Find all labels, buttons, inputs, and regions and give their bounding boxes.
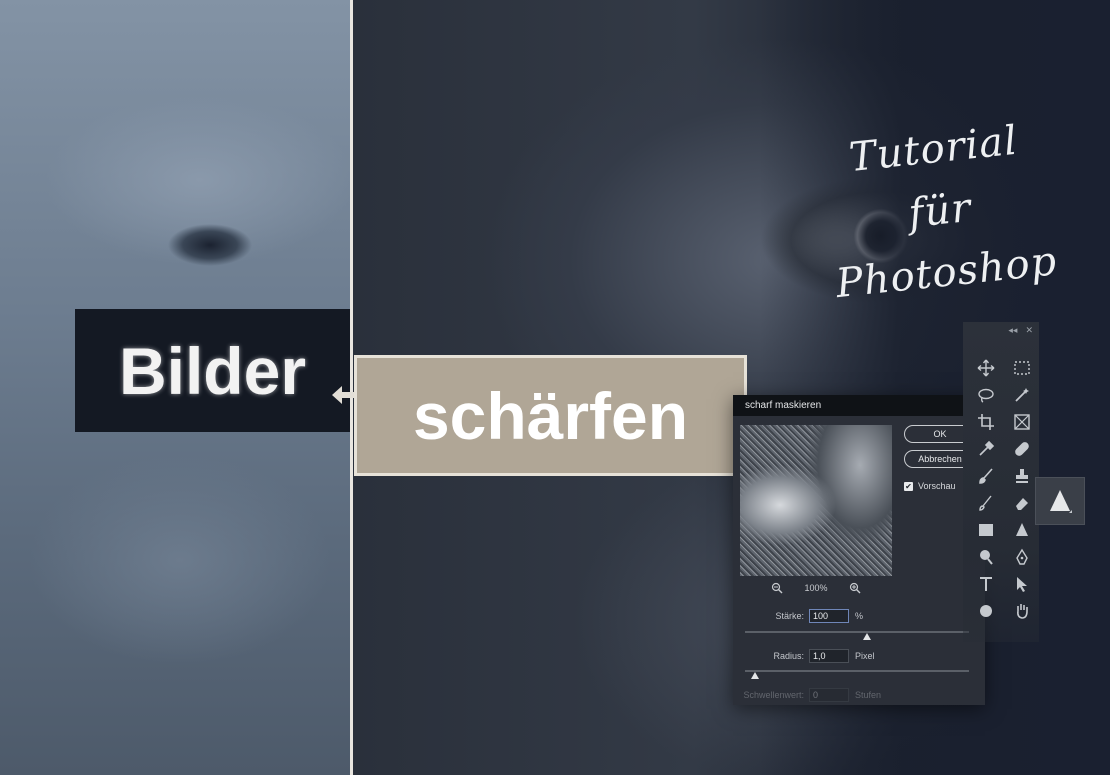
collapse-icon[interactable]: ◂◂ bbox=[1008, 325, 1017, 336]
amount-unit: % bbox=[855, 611, 864, 621]
title-left-text: Bilder bbox=[118, 333, 307, 408]
lasso-icon[interactable] bbox=[971, 381, 1001, 408]
threshold-input[interactable]: 0 bbox=[809, 688, 849, 702]
eraser-icon[interactable] bbox=[1007, 489, 1037, 516]
zoom-level: 100% bbox=[804, 583, 828, 593]
sharpen-icon[interactable] bbox=[1047, 488, 1073, 514]
gradient-icon[interactable] bbox=[971, 516, 1001, 543]
preview-checkbox-label: Vorschau bbox=[918, 481, 956, 491]
hand-icon[interactable] bbox=[1007, 597, 1037, 624]
history-brush-icon[interactable] bbox=[971, 489, 1001, 516]
pen-icon[interactable] bbox=[1007, 543, 1037, 570]
amount-input[interactable]: 100 bbox=[809, 609, 849, 623]
close-icon[interactable]: ✕ bbox=[1025, 325, 1033, 336]
amount-row: Stärke: 100 % bbox=[733, 609, 863, 623]
type-icon[interactable] bbox=[971, 570, 1001, 597]
dialog-title: scharf maskieren bbox=[745, 400, 822, 411]
brush-icon[interactable] bbox=[971, 462, 1001, 489]
title-banner-left: Bilder bbox=[75, 309, 350, 432]
dodge-icon[interactable] bbox=[971, 543, 1001, 570]
radius-slider-thumb[interactable] bbox=[751, 672, 759, 679]
eyedropper-icon[interactable] bbox=[971, 435, 1001, 462]
sharpen-icon[interactable] bbox=[1007, 516, 1037, 543]
frame-icon[interactable] bbox=[1007, 408, 1037, 435]
marquee-icon[interactable] bbox=[1007, 354, 1037, 381]
threshold-unit: Stufen bbox=[855, 690, 882, 700]
crop-icon[interactable] bbox=[971, 408, 1001, 435]
preview-checkbox-row[interactable]: ✔ Vorschau bbox=[904, 481, 956, 491]
amount-label: Stärke: bbox=[775, 611, 804, 621]
radius-slider-track[interactable] bbox=[745, 670, 969, 672]
path-select-icon[interactable] bbox=[1007, 570, 1037, 597]
shape-icon[interactable] bbox=[971, 597, 1001, 624]
preview-checkbox[interactable]: ✔ bbox=[904, 481, 913, 491]
zoom-out-icon[interactable] bbox=[771, 582, 783, 594]
sharpen-tool-flyout[interactable] bbox=[1035, 477, 1085, 525]
move-icon[interactable] bbox=[971, 354, 1001, 381]
title-right-text: schärfen bbox=[412, 378, 689, 453]
tools-panel-header: ◂◂ ✕ bbox=[963, 322, 1039, 338]
radius-row: Radius: 1,0 Pixel bbox=[733, 649, 875, 663]
stamp-icon[interactable] bbox=[1007, 462, 1037, 489]
zoom-in-icon[interactable] bbox=[849, 582, 861, 594]
tutorial-script-title: Tutorial für Photoshop bbox=[816, 106, 1064, 315]
title-banner-right: schärfen bbox=[354, 355, 747, 476]
threshold-label: Schwellenwert: bbox=[743, 690, 804, 700]
healing-icon[interactable] bbox=[1007, 435, 1037, 462]
zoom-controls: 100% bbox=[771, 582, 861, 594]
radius-input[interactable]: 1,0 bbox=[809, 649, 849, 663]
script-line-1: Tutorial für bbox=[847, 117, 1021, 238]
amount-slider-track[interactable] bbox=[745, 631, 969, 633]
unsharp-mask-dialog: scharf maskieren ✕ OK Abbrechen ✔ Vorsch… bbox=[733, 395, 985, 705]
amount-slider-thumb[interactable] bbox=[863, 633, 871, 640]
tool-grid bbox=[971, 354, 1037, 624]
preview-image[interactable] bbox=[740, 425, 892, 576]
radius-label: Radius: bbox=[773, 651, 804, 661]
threshold-row: Schwellenwert: 0 Stufen bbox=[733, 688, 881, 702]
dialog-titlebar[interactable]: scharf maskieren bbox=[733, 395, 985, 416]
tools-panel: ◂◂ ✕ bbox=[963, 322, 1039, 642]
magic-wand-icon[interactable] bbox=[1007, 381, 1037, 408]
radius-unit: Pixel bbox=[855, 651, 875, 661]
